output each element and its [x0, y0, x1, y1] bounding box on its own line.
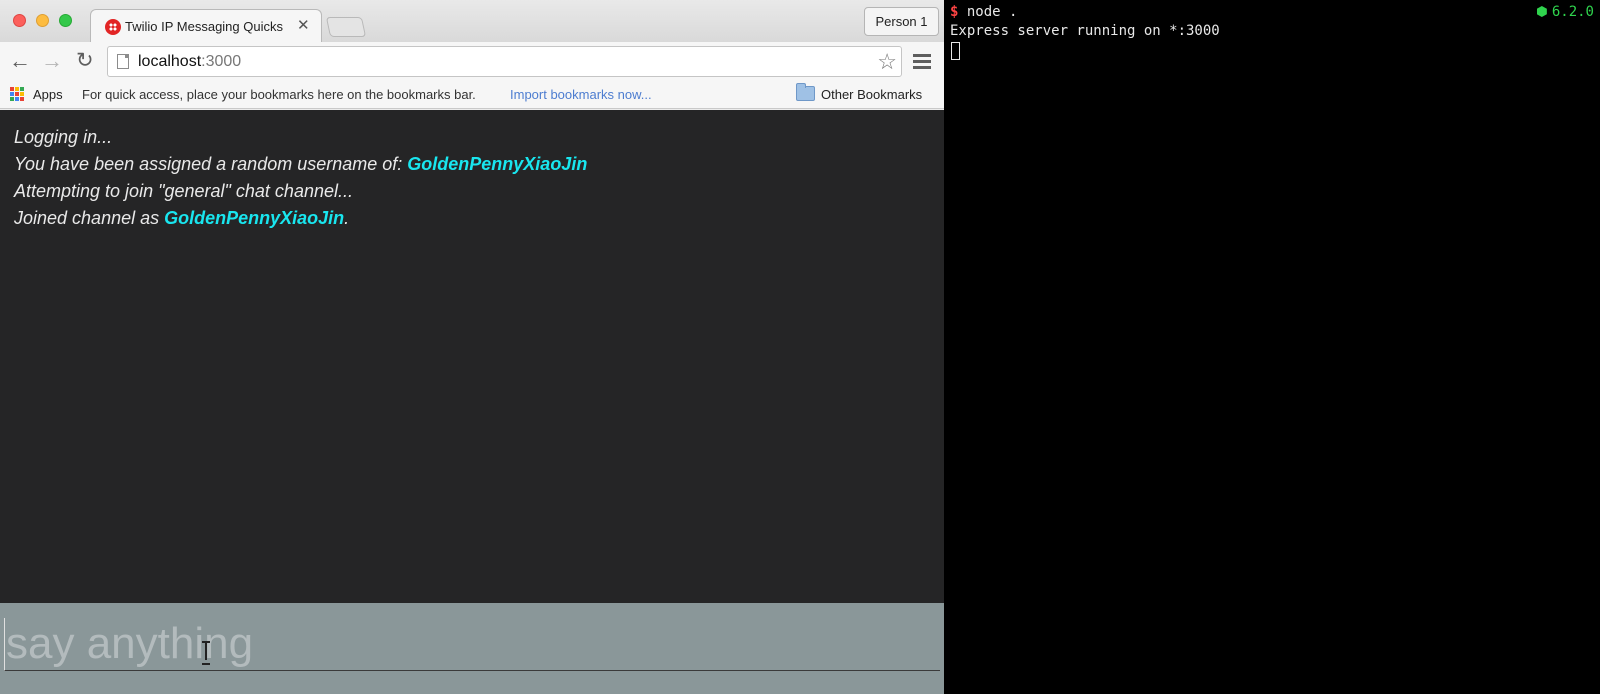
other-bookmarks-link[interactable]: Other Bookmarks [821, 87, 922, 102]
bookmark-star-icon[interactable]: ☆ [877, 49, 897, 75]
tab-twilio-quickstart[interactable]: Twilio IP Messaging Quickstart ✕ [90, 9, 322, 42]
browser-window: Twilio IP Messaging Quickstart ✕ Person … [0, 0, 944, 694]
terminal-cursor [951, 42, 960, 60]
message-text: Attempting to join "general" chat channe… [14, 181, 353, 201]
terminal-window[interactable]: $ node . Express server running on *:300… [944, 0, 1600, 694]
window-maximize-button[interactable] [59, 14, 72, 27]
chat-message-input[interactable] [4, 618, 940, 671]
title-bar: Twilio IP Messaging Quickstart ✕ Person … [0, 0, 944, 42]
back-arrow-icon[interactable]: ← [9, 50, 31, 72]
reload-icon[interactable]: ↻ [76, 50, 94, 72]
username-label: GoldenPennyXiaoJin [407, 154, 588, 174]
url-port: :3000 [201, 53, 242, 70]
apps-link[interactable]: Apps [33, 87, 63, 102]
message-list: Logging in... You have been assigned a r… [14, 124, 924, 232]
folder-icon [796, 83, 815, 101]
url-text[interactable]: localhost:3000 [138, 53, 241, 71]
forward-arrow-icon[interactable]: → [41, 50, 63, 72]
tab-close-icon[interactable]: ✕ [297, 16, 310, 34]
node-version-text: 6.2.0 [1551, 4, 1594, 20]
node-hexagon-icon [1536, 6, 1547, 17]
profile-button[interactable]: Person 1 [864, 7, 939, 36]
chat-page: Logging in... You have been assigned a r… [0, 110, 944, 694]
window-minimize-button[interactable] [36, 14, 49, 27]
address-bar[interactable]: localhost:3000 ☆ [107, 46, 902, 77]
page-icon [117, 54, 129, 69]
message-line: You have been assigned a random username… [14, 151, 924, 178]
message-line: Logging in... [14, 124, 924, 151]
message-text: You have been assigned a random username… [14, 154, 408, 174]
terminal-command: node . [958, 4, 1018, 20]
apps-grid-icon[interactable] [10, 87, 25, 102]
message-suffix: . [344, 208, 350, 228]
bookmarks-hint: For quick access, place your bookmarks h… [82, 87, 476, 102]
browser-toolbar: ← → ↻ localhost:3000 ☆ [0, 42, 944, 81]
username-label: GoldenPennyXiaoJin [164, 208, 345, 228]
node-version-indicator: 6.2.0 [1536, 4, 1594, 20]
hamburger-menu-icon[interactable] [913, 54, 931, 69]
twilio-favicon-icon [105, 19, 121, 35]
import-bookmarks-link[interactable]: Import bookmarks now... [510, 87, 652, 102]
url-host: localhost [138, 53, 202, 70]
message-line: Joined channel as GoldenPennyXiaoJin. [14, 205, 924, 232]
message-text: Logging in... [14, 127, 113, 147]
chat-input-area [0, 603, 944, 694]
tab-title: Twilio IP Messaging Quickstart [125, 19, 283, 34]
terminal-command-line: $ node . [950, 4, 1017, 20]
window-close-button[interactable] [13, 14, 26, 27]
bookmarks-bar: Apps For quick access, place your bookma… [0, 81, 944, 109]
message-line: Attempting to join "general" chat channe… [14, 178, 924, 205]
terminal-output: Express server running on *:3000 [950, 23, 1220, 39]
new-tab-button[interactable] [325, 17, 367, 37]
message-text: Joined channel as [14, 208, 165, 228]
